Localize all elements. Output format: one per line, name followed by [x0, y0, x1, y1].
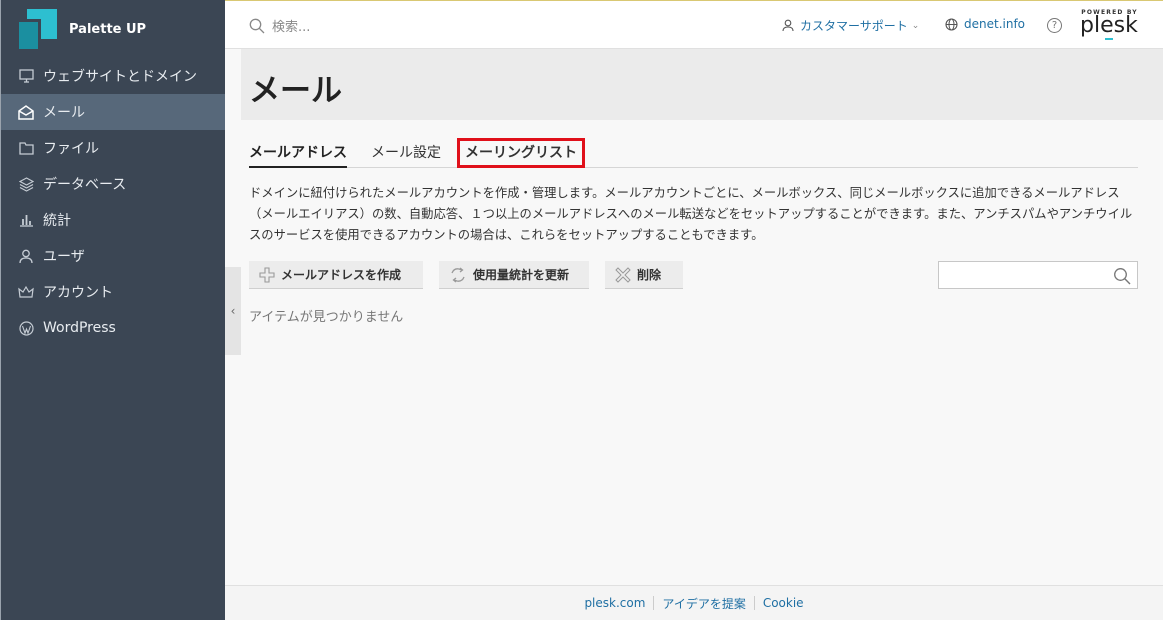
plesk-logo: POWERED BY plesk: [1080, 9, 1138, 40]
bar-chart-icon: [17, 211, 35, 229]
wordpress-icon: [17, 319, 35, 337]
sidebar-item-label: ユーザ: [43, 249, 85, 265]
footer-link-plesk[interactable]: plesk.com: [576, 596, 653, 610]
plus-icon: [259, 266, 275, 283]
sidebar-collapse-toggle[interactable]: ‹: [225, 267, 241, 355]
chevron-down-icon: ⌄: [911, 20, 920, 31]
mail-icon: [17, 103, 35, 121]
crown-icon: [17, 283, 35, 301]
brand-name: Palette UP: [69, 21, 147, 37]
page-description: ドメインに紐付けられたメールアカウントを作成・管理します。メールアカウントごとに…: [249, 186, 1133, 242]
help-label: ?: [1051, 20, 1058, 31]
sidebar-item-label: メール: [43, 105, 85, 121]
sidebar-item-label: アカウント: [43, 285, 113, 301]
create-mail-address-button[interactable]: メールアドレスを作成: [249, 261, 423, 289]
page-title: メール: [249, 73, 342, 109]
support-label: カスタマーサポート: [800, 19, 908, 33]
footer: plesk.com アイデアを提案 Cookie: [225, 585, 1163, 620]
sidebar-item-websites[interactable]: ウェブサイトとドメイン: [1, 58, 225, 94]
sidebar-item-databases[interactable]: データベース: [1, 166, 225, 202]
tab-mailing-lists[interactable]: メーリングリスト: [457, 138, 585, 168]
empty-state-message: アイテムが見つかりません: [249, 310, 404, 325]
tab-mail-addresses[interactable]: メールアドレス: [249, 142, 347, 168]
sidebar-item-users[interactable]: ユーザ: [1, 238, 225, 274]
layers-icon: [17, 175, 35, 193]
sidebar-item-wordpress[interactable]: WordPress: [1, 310, 225, 346]
user-icon: [17, 247, 35, 265]
sidebar-item-files[interactable]: ファイル: [1, 130, 225, 166]
delete-button[interactable]: 削除: [605, 261, 683, 289]
sidebar-item-label: データベース: [43, 177, 127, 193]
sidebar-item-account[interactable]: アカウント: [1, 274, 225, 310]
create-button-label: メールアドレスを作成: [281, 268, 402, 282]
tab-mail-settings[interactable]: メール設定: [371, 142, 441, 168]
sidebar: Palette UP ウェブサイトとドメイン メール ファイル データベース 統…: [0, 0, 225, 620]
list-search-input[interactable]: [938, 261, 1138, 289]
sidebar-nav: ウェブサイトとドメイン メール ファイル データベース 統計 ユーザ アカウント…: [1, 58, 225, 346]
globe-icon: [945, 17, 958, 31]
chevron-left-icon: ‹: [230, 304, 236, 318]
monitor-icon: [17, 67, 35, 85]
search-placeholder: 検索...: [272, 20, 311, 35]
footer-link-cookie[interactable]: Cookie: [755, 596, 812, 610]
customer-support-menu[interactable]: カスタマーサポート ⌄: [782, 17, 919, 34]
top-header: 検索... カスタマーサポート ⌄ denet.info ? POWERED B…: [225, 0, 1163, 49]
domain-label: denet.info: [964, 17, 1026, 31]
domain-selector[interactable]: denet.info: [945, 17, 1025, 31]
sidebar-item-label: 統計: [43, 213, 71, 229]
search-icon: [249, 18, 265, 33]
sidebar-item-label: ファイル: [43, 141, 99, 157]
user-icon: [782, 19, 794, 32]
search-icon: [1114, 268, 1131, 285]
plesk-accent: [1105, 38, 1113, 40]
sidebar-item-statistics[interactable]: 統計: [1, 202, 225, 238]
update-usage-stats-button[interactable]: 使用量統計を更新: [439, 261, 589, 289]
sidebar-item-label: ウェブサイトとドメイン: [43, 69, 197, 85]
brand[interactable]: Palette UP: [1, 0, 225, 58]
help-icon[interactable]: ?: [1047, 18, 1062, 33]
mail-tabs: メールアドレス メール設定 メーリングリスト: [249, 138, 1138, 168]
plesk-wordmark: plesk: [1080, 13, 1138, 38]
footer-link-suggest-idea[interactable]: アイデアを提案: [654, 595, 753, 612]
delete-button-label: 削除: [637, 268, 662, 282]
sidebar-item-mail[interactable]: メール: [1, 94, 225, 130]
update-button-label: 使用量統計を更新: [473, 268, 570, 282]
page-header: メール: [241, 49, 1163, 120]
sidebar-item-label: WordPress: [43, 320, 116, 336]
global-search[interactable]: 検索...: [249, 16, 310, 35]
refresh-icon: [451, 266, 465, 283]
brand-logo-icon: [19, 9, 59, 49]
folder-icon: [17, 139, 35, 157]
delete-x-icon: [615, 266, 631, 283]
